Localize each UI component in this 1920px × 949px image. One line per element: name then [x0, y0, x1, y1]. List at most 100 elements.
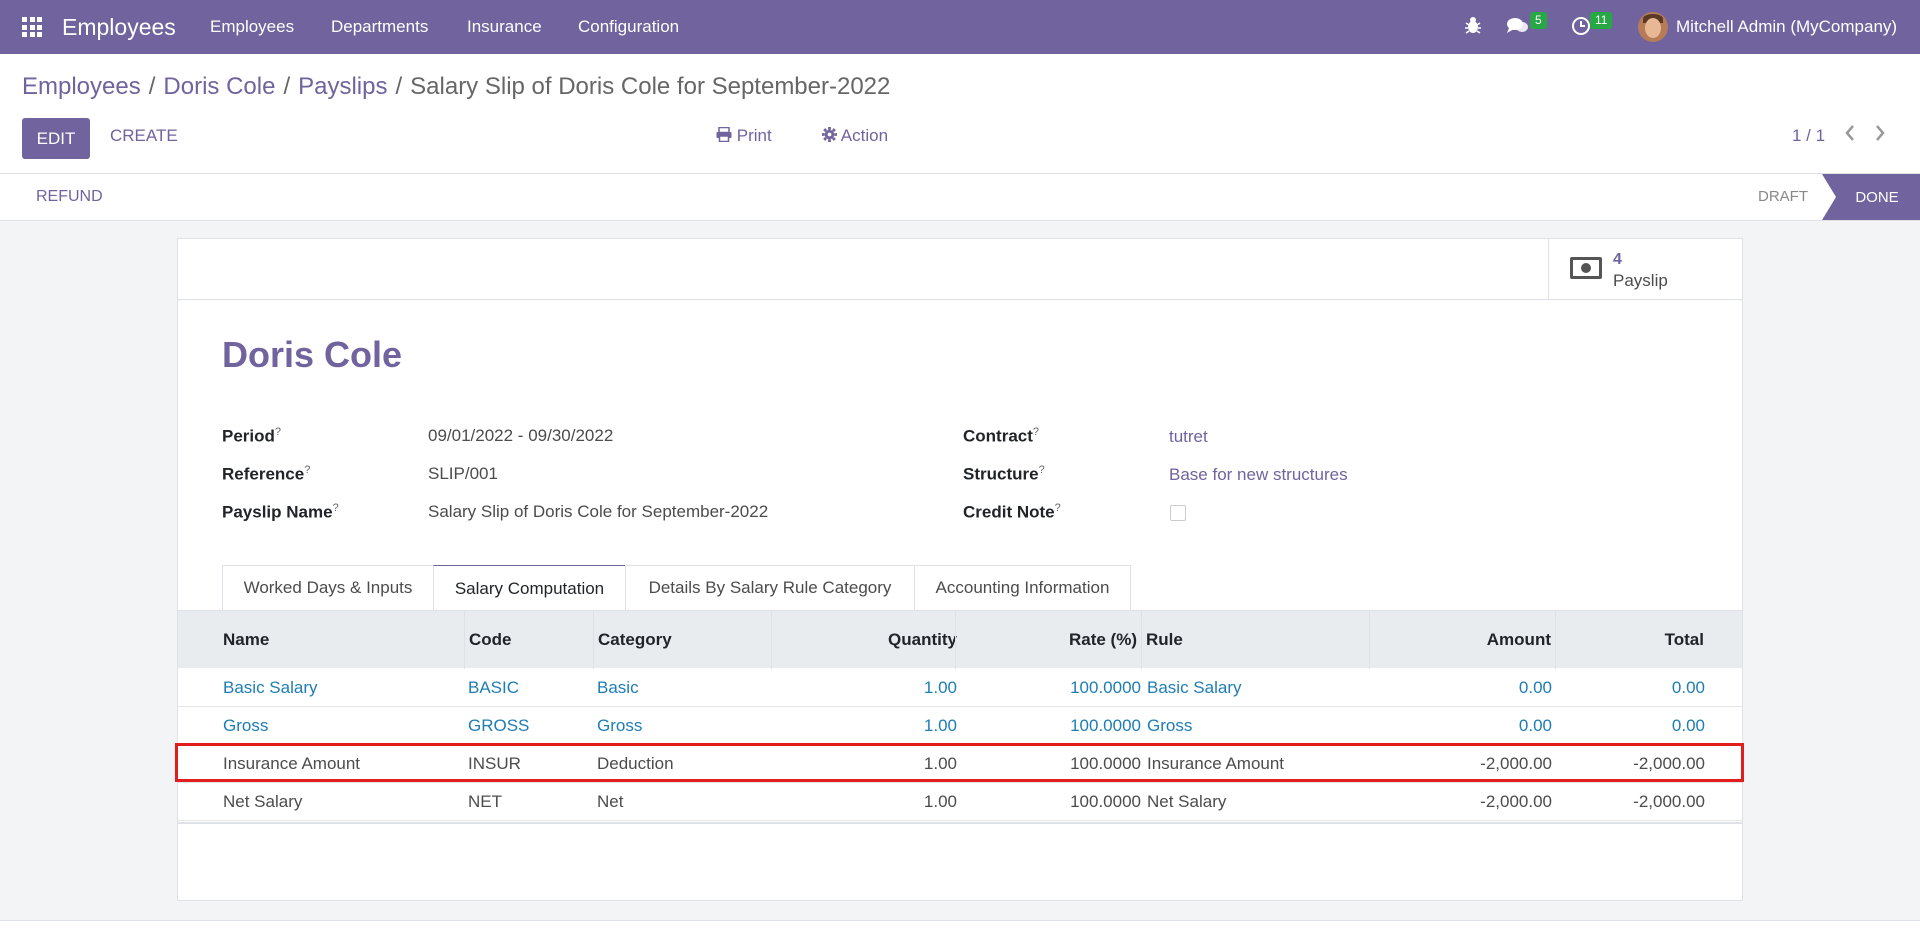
cell-rule: Gross — [1147, 716, 1193, 735]
create-button[interactable]: CREATE — [110, 126, 178, 146]
cell-rule: Net Salary — [1147, 792, 1227, 811]
print-icon — [716, 126, 732, 143]
status-draft[interactable]: DRAFT — [1758, 188, 1808, 205]
cell-amount: -2,000.00 — [1480, 792, 1552, 811]
credit-note-label: Credit Note? — [963, 502, 1061, 522]
cell-rate: 100.0000 — [1070, 792, 1141, 811]
top-navbar: Employees Employees Departments Insuranc… — [0, 0, 1920, 54]
bug-icon[interactable] — [1464, 15, 1482, 40]
breadcrumb-payslips[interactable]: Payslips — [298, 73, 387, 100]
structure-label: Structure? — [963, 464, 1045, 484]
money-icon — [1570, 257, 1602, 279]
cell-code: BASIC — [468, 678, 520, 697]
clock-icon[interactable] — [1571, 16, 1591, 41]
pager-previous-icon[interactable] — [1844, 124, 1856, 147]
column-header-name[interactable]: Name — [219, 611, 459, 669]
employee-name: Doris Cole — [222, 334, 403, 375]
table-row[interactable]: Basic Salary BASIC Basic 1.00 100.0000 B… — [178, 669, 1742, 707]
status-bar: REFUND DRAFT DONE — [0, 173, 1920, 221]
payslip-name-label: Payslip Name? — [222, 502, 339, 522]
payslip-stat-button[interactable]: 4 Payslip — [1548, 239, 1742, 299]
payslip-count: 4 — [1613, 251, 1622, 268]
menu-employees[interactable]: Employees — [210, 17, 294, 37]
user-menu[interactable]: Mitchell Admin (MyCompany) — [1676, 17, 1897, 37]
cell-rate: 100.0000 — [1070, 754, 1141, 773]
chat-icon[interactable] — [1506, 16, 1530, 41]
payslip-stat-label: Payslip — [1613, 271, 1668, 290]
cell-name: Gross — [223, 716, 269, 735]
cell-total: 0.00 — [1671, 716, 1705, 735]
table-row-highlighted[interactable]: Insurance Amount INSUR Deduction 1.00 10… — [178, 745, 1742, 783]
payslip-name-value: Salary Slip of Doris Cole for September-… — [428, 502, 769, 521]
activity-count-badge: 11 — [1590, 12, 1613, 29]
avatar[interactable] — [1638, 12, 1668, 42]
column-header-category[interactable]: Category — [593, 611, 771, 669]
cell-total: -2,000.00 — [1633, 792, 1705, 811]
cell-name: Net Salary — [223, 792, 303, 811]
table-header: Name Code Category Quantity Rate (%) Rul… — [178, 610, 1742, 669]
period-label: Period? — [222, 426, 282, 446]
cell-amount: 0.00 — [1518, 678, 1552, 697]
cell-category: Basic — [597, 678, 639, 697]
tab-worked-days[interactable]: Worked Days & Inputs — [222, 565, 434, 610]
column-header-quantity[interactable]: Quantity — [771, 611, 961, 669]
reference-value: SLIP/001 — [428, 464, 498, 483]
cell-rate: 100.0000 — [1070, 678, 1141, 697]
print-button[interactable]: Print — [716, 126, 772, 146]
period-value: 09/01/2022 - 09/30/2022 — [428, 426, 614, 445]
column-header-amount[interactable]: Amount — [1369, 611, 1555, 669]
table-row[interactable]: Gross GROSS Gross 1.00 100.0000 Gross 0.… — [178, 707, 1742, 745]
cell-quantity: 1.00 — [923, 754, 957, 773]
breadcrumb-employee[interactable]: Doris Cole — [163, 73, 275, 100]
table-row[interactable]: Net Salary NET Net 1.00 100.0000 Net Sal… — [178, 783, 1742, 821]
refund-button[interactable]: REFUND — [36, 188, 103, 206]
cell-code: INSUR — [468, 754, 521, 773]
contract-label: Contract? — [963, 426, 1040, 446]
cell-category: Gross — [597, 716, 643, 735]
gear-icon — [822, 127, 837, 142]
action-label: Action — [840, 126, 889, 145]
menu-insurance[interactable]: Insurance — [467, 17, 542, 37]
cell-amount: 0.00 — [1518, 716, 1552, 735]
column-header-total[interactable]: Total — [1555, 611, 1708, 669]
print-label: Print — [736, 126, 772, 145]
breadcrumb-current: Salary Slip of Doris Cole for September-… — [410, 73, 891, 100]
tab-accounting-information[interactable]: Accounting Information — [914, 565, 1131, 610]
column-header-rule[interactable]: Rule — [1141, 611, 1369, 669]
table-footer-line — [178, 822, 1742, 824]
cell-category: Net — [597, 792, 624, 811]
cell-rule: Insurance Amount — [1147, 754, 1285, 773]
page-footer-area — [0, 920, 1920, 949]
cell-name: Basic Salary — [223, 678, 318, 697]
status-done[interactable]: DONE — [1822, 174, 1920, 220]
pager-next-icon[interactable] — [1874, 124, 1886, 147]
cell-quantity: 1.00 — [923, 678, 957, 697]
cell-rule: Basic Salary — [1147, 678, 1242, 697]
tab-salary-computation[interactable]: Salary Computation — [433, 565, 626, 611]
cell-code: GROSS — [468, 716, 530, 735]
pager-value[interactable]: 1 / 1 — [1792, 126, 1825, 146]
menu-configuration[interactable]: Configuration — [578, 17, 679, 37]
column-header-rate[interactable]: Rate (%) — [955, 611, 1141, 669]
cell-amount: -2,000.00 — [1480, 754, 1552, 773]
edit-button[interactable]: EDIT — [22, 118, 90, 159]
column-header-code[interactable]: Code — [464, 611, 593, 669]
breadcrumb-employees[interactable]: Employees — [22, 73, 141, 100]
cell-name: Insurance Amount — [223, 754, 361, 773]
structure-value[interactable]: Base for new structures — [1169, 465, 1348, 485]
apps-menu-icon[interactable] — [22, 17, 42, 37]
cell-total: -2,000.00 — [1633, 754, 1705, 773]
form-sheet: 4 Payslip Doris Cole Period? 09/01/2022 … — [177, 238, 1743, 901]
breadcrumb: Employees / Doris Cole / Payslips / Salary Sli… — [22, 73, 891, 100]
button-box: 4 Payslip — [178, 239, 1742, 300]
cell-rate: 100.0000 — [1070, 716, 1141, 735]
cell-category: Deduction — [597, 754, 674, 773]
contract-value[interactable]: tutret — [1169, 427, 1208, 447]
action-button[interactable]: Action — [822, 126, 888, 146]
menu-departments[interactable]: Departments — [331, 17, 428, 37]
chat-count-badge: 5 — [1530, 12, 1547, 29]
tab-details-by-category[interactable]: Details By Salary Rule Category — [625, 565, 915, 610]
credit-note-checkbox[interactable] — [1170, 505, 1186, 521]
app-name[interactable]: Employees — [62, 14, 176, 41]
cell-quantity: 1.00 — [923, 716, 957, 735]
